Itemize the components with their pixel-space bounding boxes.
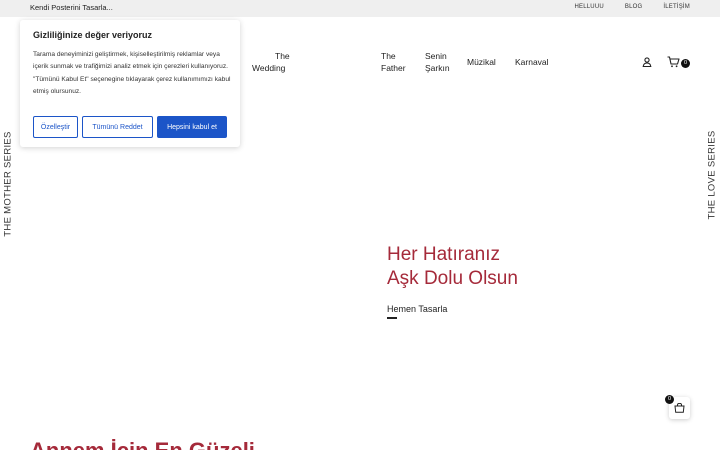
nav-item-the-wedding[interactable]: The Wedding bbox=[252, 50, 290, 74]
nav-item-senin-sarkin[interactable]: Senin Şarkın bbox=[425, 50, 450, 74]
cart-count-badge: 0 bbox=[681, 59, 690, 68]
nav-item-line1: The bbox=[275, 51, 290, 61]
toplink-blog[interactable]: BLOG bbox=[625, 4, 642, 10]
hero-title: Her Hatıranız Aşk Dolu Olsun bbox=[387, 243, 518, 291]
nav-item-line2: Wedding bbox=[252, 63, 286, 73]
top-announcement-bar: Kendi Posterini Tasarla... HELLUUU BLOG … bbox=[0, 0, 720, 17]
hero-title-line2: Aşk Dolu Olsun bbox=[387, 268, 518, 289]
cookie-description: Tarama deneyiminizi geliştirmek, kişisel… bbox=[33, 51, 231, 95]
section-title: Annem İçin En Güzeli bbox=[30, 438, 255, 450]
side-link-love-series[interactable]: THE LOVE SERIES bbox=[706, 130, 718, 220]
nav-item-muzikal[interactable]: Müzikal bbox=[467, 56, 496, 68]
customize-button[interactable]: Özelleştir bbox=[33, 116, 78, 138]
top-links: HELLUUU BLOG İLETİŞİM bbox=[553, 4, 690, 10]
floating-cart-count: 0 bbox=[665, 395, 674, 404]
nav-item-line2: Father bbox=[381, 63, 406, 73]
nav-item-the-father[interactable]: The Father bbox=[381, 50, 406, 74]
accept-all-button[interactable]: Hepsini kabul et bbox=[157, 116, 227, 138]
nav-item-line1: The bbox=[381, 51, 396, 61]
reject-all-button[interactable]: Tümünü Reddet bbox=[82, 116, 153, 138]
side-link-label: THE LOVE SERIES bbox=[706, 130, 718, 220]
nav-item-karnaval[interactable]: Karnaval bbox=[515, 56, 549, 68]
hero-title-line1: Her Hatıranız bbox=[387, 244, 500, 265]
cta-underline bbox=[387, 317, 397, 319]
nav-item-line2: Şarkın bbox=[425, 63, 450, 73]
shopping-bag-icon bbox=[674, 403, 685, 413]
hero-cta-link[interactable]: Hemen Tasarla bbox=[387, 304, 447, 314]
side-link-mother-series[interactable]: THE MOTHER SERIES bbox=[2, 130, 14, 238]
cookie-consent-dialog: Gizliliğinize değer veriyoruz Tarama den… bbox=[20, 20, 240, 147]
side-link-label: THE MOTHER SERIES bbox=[2, 131, 14, 237]
toplink-iletisim[interactable]: İLETİŞİM bbox=[663, 4, 690, 10]
cookie-title: Gizliliğinize değer veriyoruz bbox=[33, 30, 153, 40]
cart-icon[interactable] bbox=[667, 56, 680, 68]
promo-text[interactable]: Kendi Posterini Tasarla... bbox=[30, 3, 113, 12]
nav-item-line1: Senin bbox=[425, 51, 447, 61]
user-icon[interactable] bbox=[642, 57, 652, 67]
toplink-helluuu[interactable]: HELLUUU bbox=[574, 4, 603, 10]
